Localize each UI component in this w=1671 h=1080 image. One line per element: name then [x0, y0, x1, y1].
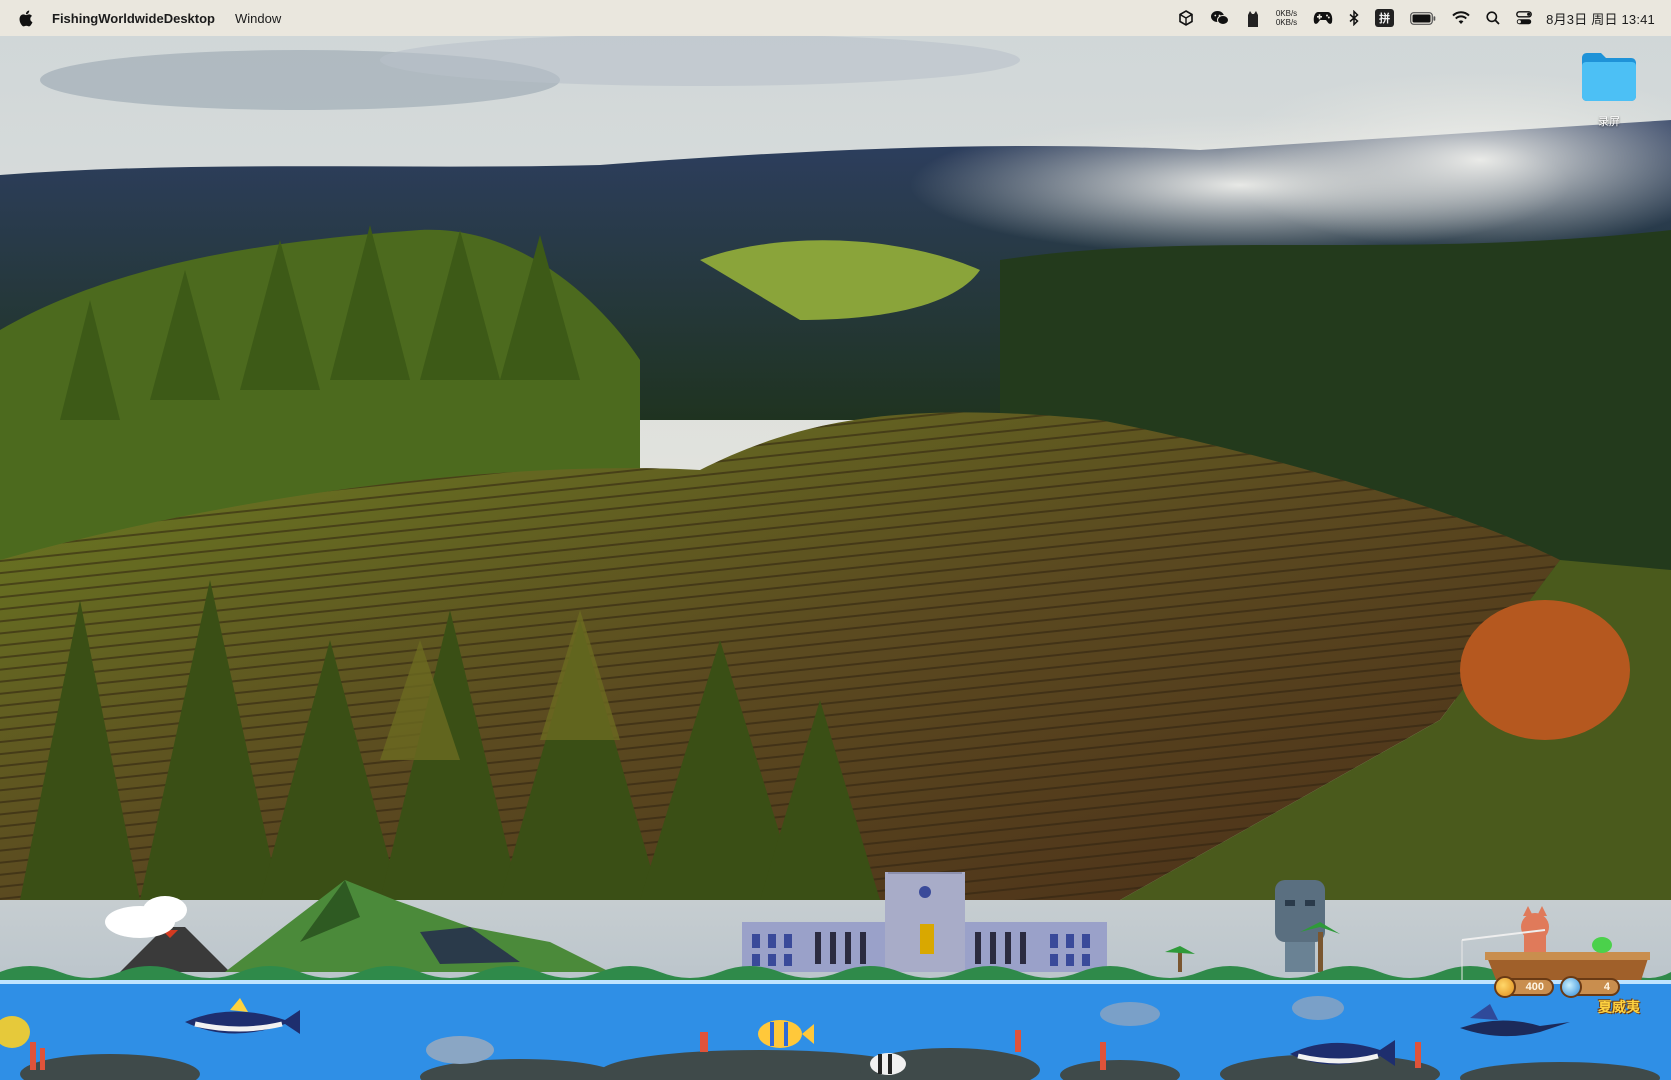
coin-icon: [1494, 976, 1516, 998]
fishing-game-strip[interactable]: [0, 872, 1671, 1080]
net-download-speed: 0KB/s: [1275, 18, 1298, 27]
input-method-icon[interactable]: 拼: [1375, 0, 1395, 36]
control-center-icon[interactable]: [1516, 0, 1533, 36]
menu-window[interactable]: Window: [235, 11, 281, 26]
folder-icon: [1582, 53, 1636, 101]
location-label: 夏威夷: [1598, 999, 1640, 1015]
zebra-fish[interactable]: [870, 1053, 906, 1075]
bluetooth-icon[interactable]: [1349, 0, 1359, 36]
gem-count: 4: [1603, 981, 1610, 993]
palace-landmark: [742, 872, 1107, 972]
gem-icon: [1560, 976, 1582, 998]
volcano-scenery: [105, 896, 230, 972]
spotlight-search-icon[interactable]: [1486, 0, 1500, 36]
wifi-icon[interactable]: [1452, 0, 1470, 36]
wechat-icon[interactable]: [1210, 0, 1230, 36]
gem-counter: 4: [1560, 976, 1620, 998]
coin-counter: 400: [1494, 976, 1554, 998]
game-hud: 400 4: [1494, 976, 1620, 998]
net-upload-speed: 0KB/s: [1275, 9, 1298, 18]
cat-icon[interactable]: [1246, 0, 1260, 36]
gamepad-icon[interactable]: [1313, 0, 1333, 36]
network-speed[interactable]: 0KB/s 0KB/s: [1276, 0, 1297, 36]
coin-count: 400: [1525, 981, 1544, 993]
unity-icon[interactable]: [1178, 0, 1194, 36]
menubar-clock[interactable]: 8月3日 周日 13:41: [1546, 9, 1655, 28]
input-method-label: 拼: [1375, 9, 1395, 27]
desktop-folder[interactable]: 录屏: [1576, 50, 1642, 129]
mountain-scenery: [225, 880, 610, 972]
menu-bar: FishingWorldwideDesktop Window 0KB/s 0KB…: [0, 0, 1671, 36]
folder-label: 录屏: [1598, 116, 1620, 128]
apple-menu-icon[interactable]: [18, 9, 36, 27]
active-app-name[interactable]: FishingWorldwideDesktop: [52, 11, 215, 26]
battery-icon[interactable]: [1410, 0, 1436, 36]
